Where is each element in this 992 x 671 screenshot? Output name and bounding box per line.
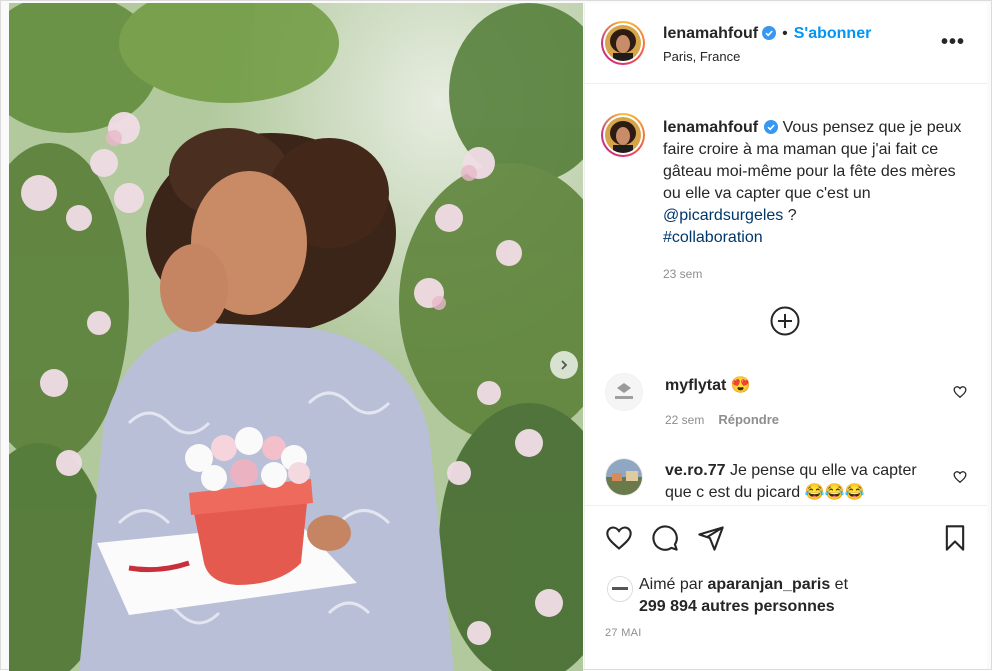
comment-item: ve.ro.77 Je pense qu elle va capter que …	[605, 458, 967, 506]
comment-item: myflytat 😍 22 sem Répondre	[605, 373, 967, 433]
post-location[interactable]: Paris, France	[663, 49, 740, 64]
heart-icon[interactable]	[605, 524, 633, 552]
author-avatar[interactable]	[601, 21, 645, 65]
share-icon[interactable]	[697, 524, 725, 552]
likes-summary: Aimé par aparanjan_paris et 299 894 autr…	[639, 574, 848, 618]
comment-avatar[interactable]	[605, 458, 643, 496]
comment-icon[interactable]	[651, 524, 679, 552]
comment-time[interactable]: 22 sem	[665, 413, 704, 427]
more-icon[interactable]: •••	[941, 31, 965, 54]
post-date[interactable]: 27 MAI	[605, 627, 642, 639]
likes-count-link[interactable]: 299 894 autres personnes	[639, 598, 835, 615]
reply-button[interactable]: Répondre	[718, 412, 779, 427]
liker-avatar[interactable]	[607, 576, 633, 602]
caption-question-mark: ?	[783, 207, 797, 224]
comment-text: 😍	[730, 377, 751, 394]
photo-illustration	[9, 3, 583, 671]
caption-hashtag-link[interactable]: #collaboration	[663, 229, 763, 246]
liker-username[interactable]: aparanjan_paris	[707, 576, 830, 593]
likes-and: et	[834, 576, 849, 593]
commenter-avatar-image	[606, 374, 642, 410]
liker-avatar-image	[608, 577, 632, 601]
comment-username[interactable]: ve.ro.77	[665, 462, 725, 479]
comment-avatar[interactable]	[605, 373, 643, 411]
post-frame: lenamahfouf • S'abonner Paris, France ••• …	[0, 0, 992, 671]
caption-mention-link[interactable]: @picardsurgeles	[663, 207, 783, 224]
caption-time[interactable]: 23 sem	[663, 263, 963, 285]
comment-username[interactable]: myflytat	[665, 377, 726, 394]
post-header: lenamahfouf • S'abonner Paris, France •••	[585, 3, 987, 84]
likes-prefix: Aimé par	[639, 576, 704, 593]
caption-avatar-image	[605, 117, 641, 153]
next-arrow-icon	[561, 360, 568, 370]
author-avatar-image	[605, 25, 641, 61]
post-caption: lenamahfouf Vous pensez que je peux fair…	[663, 117, 963, 285]
post-side-panel: lenamahfouf • S'abonner Paris, France ••• …	[584, 3, 987, 669]
verified-icon	[762, 26, 777, 40]
comment-like-heart-icon[interactable]	[953, 470, 967, 484]
commenter-avatar-image	[606, 459, 642, 495]
caption-username[interactable]: lenamahfouf	[663, 119, 758, 136]
follow-button[interactable]: S'abonner	[794, 25, 872, 42]
post-photo[interactable]	[9, 3, 583, 671]
add-comment-icon[interactable]	[769, 305, 801, 337]
next-image-button[interactable]	[550, 351, 578, 379]
comment-like-heart-icon[interactable]	[953, 385, 967, 399]
author-username[interactable]: lenamahfouf	[663, 25, 758, 42]
save-icon[interactable]	[941, 524, 969, 552]
verified-icon	[764, 120, 779, 134]
post-actions-section: Aimé par aparanjan_paris et 299 894 autr…	[585, 505, 987, 670]
caption-author-avatar[interactable]	[601, 113, 645, 157]
